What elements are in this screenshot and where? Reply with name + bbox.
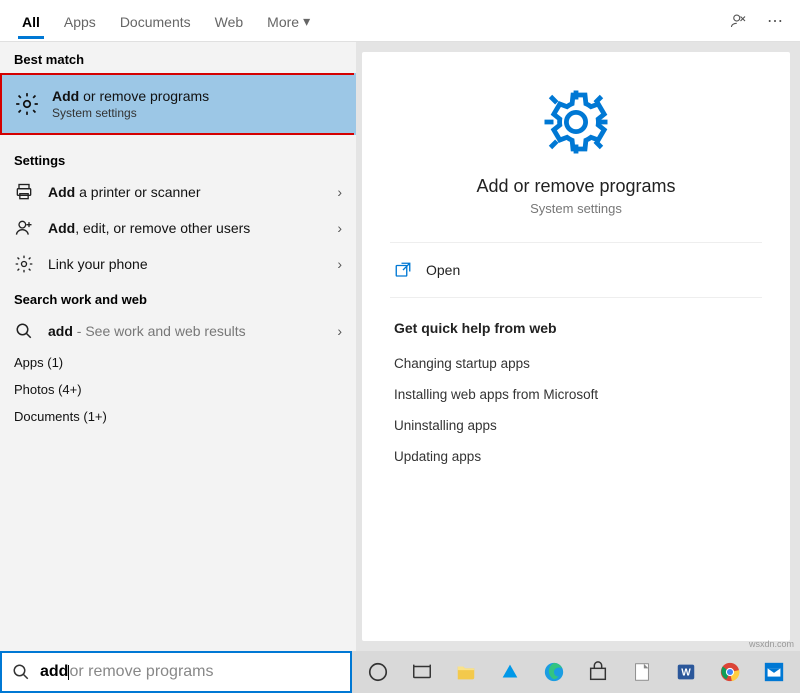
tab-apps[interactable]: Apps bbox=[52, 4, 108, 38]
tab-more-label: More bbox=[267, 14, 299, 30]
gear-large-icon bbox=[540, 86, 612, 158]
detail-pane: Add or remove programs System settings O… bbox=[356, 42, 800, 651]
search-icon bbox=[12, 663, 30, 681]
result-label: Add a printer or scanner bbox=[48, 184, 201, 200]
detail-subtitle: System settings bbox=[530, 201, 622, 216]
category-documents[interactable]: Documents (1+) bbox=[0, 403, 356, 430]
detail-title: Add or remove programs bbox=[476, 176, 675, 197]
word-icon[interactable]: W bbox=[668, 654, 704, 690]
gear-icon bbox=[14, 254, 34, 274]
open-icon bbox=[394, 261, 412, 279]
tab-all[interactable]: All bbox=[10, 4, 52, 38]
category-apps[interactable]: Apps (1) bbox=[0, 349, 356, 376]
search-input[interactable]: add or remove programs bbox=[40, 663, 214, 681]
search-icon bbox=[14, 321, 34, 341]
help-link[interactable]: Updating apps bbox=[390, 441, 762, 472]
chevron-right-icon: › bbox=[337, 256, 342, 272]
result-label: Link your phone bbox=[48, 256, 148, 272]
person-plus-icon bbox=[14, 218, 34, 238]
tab-web[interactable]: Web bbox=[203, 4, 256, 38]
web-search-result[interactable]: add - See work and web results › bbox=[0, 313, 356, 349]
mail-icon[interactable] bbox=[756, 654, 792, 690]
open-label: Open bbox=[426, 262, 460, 278]
chevron-down-icon: ▾ bbox=[303, 13, 310, 30]
section-search-web: Search work and web bbox=[0, 282, 356, 313]
cortana-icon[interactable] bbox=[360, 654, 396, 690]
tab-more[interactable]: More ▾ bbox=[255, 3, 322, 38]
help-link[interactable]: Installing web apps from Microsoft bbox=[390, 379, 762, 410]
section-best-match: Best match bbox=[0, 42, 356, 73]
chrome-icon[interactable] bbox=[712, 654, 748, 690]
task-view-icon[interactable] bbox=[404, 654, 440, 690]
help-link[interactable]: Changing startup apps bbox=[390, 348, 762, 379]
section-settings: Settings bbox=[0, 143, 356, 174]
search-box[interactable]: add or remove programs bbox=[0, 651, 352, 693]
tab-documents[interactable]: Documents bbox=[108, 4, 203, 38]
more-options-icon[interactable]: ⋯ bbox=[760, 11, 790, 31]
best-match-title: Add or remove programs bbox=[52, 88, 209, 104]
store-icon[interactable] bbox=[580, 654, 616, 690]
file-explorer-icon[interactable] bbox=[448, 654, 484, 690]
category-photos[interactable]: Photos (4+) bbox=[0, 376, 356, 403]
open-action[interactable]: Open bbox=[390, 243, 762, 298]
help-header: Get quick help from web bbox=[390, 298, 762, 348]
chevron-right-icon: › bbox=[337, 323, 342, 339]
help-link[interactable]: Uninstalling apps bbox=[390, 410, 762, 441]
watermark: wsxdn.com bbox=[749, 639, 794, 649]
edge-icon[interactable] bbox=[536, 654, 572, 690]
best-match-result[interactable]: Add or remove programs System settings bbox=[0, 73, 356, 135]
svg-text:W: W bbox=[681, 668, 691, 679]
chevron-right-icon: › bbox=[337, 184, 342, 200]
feedback-icon[interactable] bbox=[730, 12, 760, 30]
best-match-subtitle: System settings bbox=[52, 106, 209, 120]
app-icon[interactable] bbox=[492, 654, 528, 690]
settings-result-phone[interactable]: Link your phone › bbox=[0, 246, 356, 282]
printer-icon bbox=[14, 182, 34, 202]
settings-result-users[interactable]: Add, edit, or remove other users › bbox=[0, 210, 356, 246]
settings-result-printer[interactable]: Add a printer or scanner › bbox=[0, 174, 356, 210]
result-label: Add, edit, or remove other users bbox=[48, 220, 250, 236]
result-label: add - See work and web results bbox=[48, 323, 246, 339]
tabs-bar: All Apps Documents Web More ▾ ⋯ bbox=[0, 0, 800, 42]
libreoffice-icon[interactable] bbox=[624, 654, 660, 690]
results-pane: Best match Add or remove programs System… bbox=[0, 42, 356, 651]
chevron-right-icon: › bbox=[337, 220, 342, 236]
taskbar: add or remove programs W bbox=[0, 651, 800, 693]
gear-icon bbox=[14, 91, 40, 117]
